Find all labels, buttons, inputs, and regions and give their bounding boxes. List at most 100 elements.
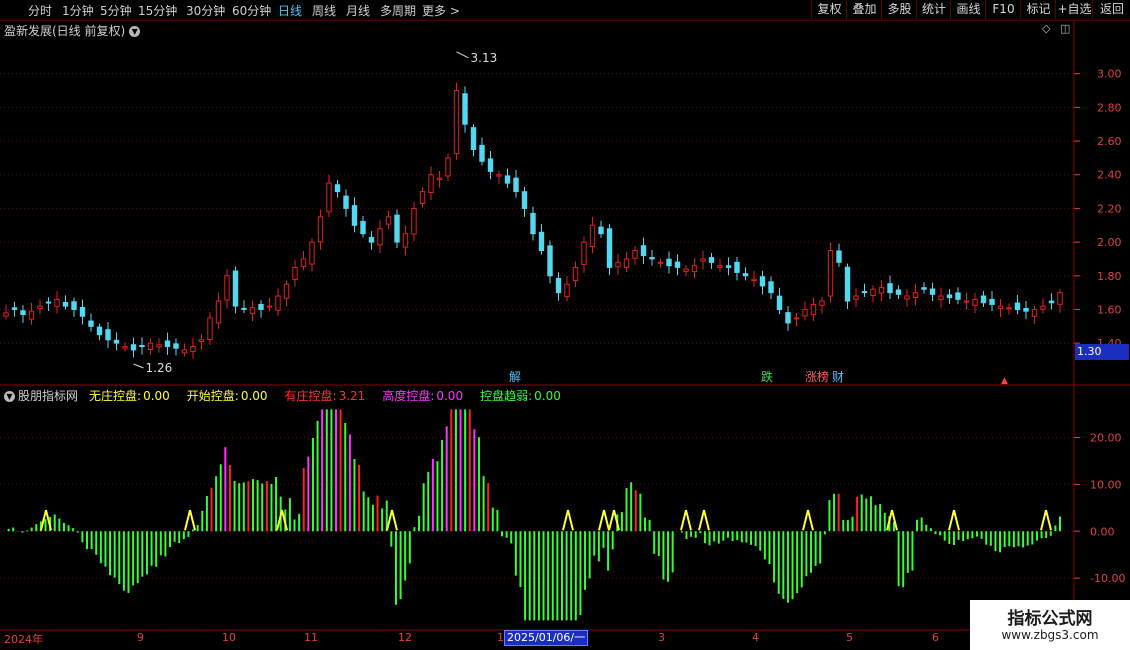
candle-body xyxy=(20,310,26,316)
low-pointer xyxy=(133,363,144,369)
control-start-mark xyxy=(386,509,398,531)
candle-body xyxy=(530,212,536,235)
indicator-name: 股朋指标网 xyxy=(18,389,79,403)
candle-body xyxy=(130,344,137,351)
candle-body xyxy=(139,344,145,348)
candle-body xyxy=(62,301,69,307)
event-marker-0[interactable]: 解 xyxy=(508,370,522,384)
candle-body xyxy=(793,317,800,320)
candle-body xyxy=(411,207,417,235)
candle-body xyxy=(640,245,647,257)
candle-body xyxy=(428,174,434,193)
candle-body xyxy=(394,214,400,243)
candle-body xyxy=(887,283,893,294)
candle-body xyxy=(810,303,817,315)
candle-body xyxy=(122,346,128,349)
candle-body xyxy=(785,312,791,324)
candle-body xyxy=(317,216,324,243)
control-start-mark xyxy=(608,509,620,531)
candle-body xyxy=(470,127,477,150)
candle-body xyxy=(827,250,834,297)
candle-body xyxy=(870,288,876,297)
candle-body xyxy=(487,158,494,172)
chevron-down-icon[interactable]: ▼ xyxy=(4,391,15,402)
candle-body xyxy=(972,298,978,306)
indicator-item-0: 无庄控盘: 0.00 xyxy=(89,389,176,403)
candle-body xyxy=(776,295,783,310)
candle-body xyxy=(113,339,120,344)
candle-body xyxy=(37,305,43,310)
candle-body xyxy=(717,265,723,268)
indicator-label: 有庄控盘: xyxy=(284,389,337,403)
watermark-title: 指标公式网 xyxy=(1007,609,1093,629)
indicator-item-3: 高度控盘: 0.00 xyxy=(382,389,469,403)
indicator-value: 0.00 xyxy=(436,389,464,403)
candle-body xyxy=(768,281,774,294)
event-marker-2[interactable]: 涨榜 xyxy=(804,370,830,384)
indicator-label: 开始控盘: xyxy=(186,389,239,403)
current-price-box: 1.30 xyxy=(1075,344,1129,360)
low-label: 1.26 xyxy=(146,361,173,375)
candle-body xyxy=(853,295,859,300)
date-label-9: 6 xyxy=(932,631,939,644)
candle-body xyxy=(547,245,553,277)
candle-body xyxy=(955,292,961,300)
candle-body xyxy=(241,307,247,310)
candle-body xyxy=(453,90,460,155)
candle-body xyxy=(912,292,919,299)
price-axis-label: 2.40 xyxy=(1097,169,1122,182)
candle-body xyxy=(45,301,52,304)
candle-body xyxy=(691,265,698,273)
candle-body xyxy=(683,268,689,272)
candle-body xyxy=(11,307,18,310)
candle-body xyxy=(929,288,936,295)
indicator-item-2: 有庄控盘: 3.21 xyxy=(285,389,372,403)
date-label-0: 2024年 xyxy=(4,633,43,646)
candle-body xyxy=(938,295,944,300)
candle-body xyxy=(300,258,307,267)
event-marker-1[interactable]: 跌 xyxy=(760,370,774,384)
candle-body xyxy=(836,250,842,263)
indicator-label: 高度控盘: xyxy=(382,389,435,403)
candle-body xyxy=(360,220,366,235)
candle-body xyxy=(275,295,281,311)
candle-body xyxy=(79,306,86,317)
date-cursor: 2025/01/06/一 xyxy=(504,630,589,646)
candle-body xyxy=(589,224,596,248)
event-marker-3[interactable]: 财 xyxy=(831,370,845,384)
control-start-mark xyxy=(802,509,814,531)
event-marker-4[interactable]: ▲ xyxy=(1000,374,1009,388)
candle-body xyxy=(283,283,290,299)
candle-body xyxy=(759,276,766,287)
candle-body xyxy=(232,270,239,307)
control-start-mark xyxy=(948,509,960,531)
indicator-axis-label: 20.00 xyxy=(1090,432,1122,445)
candle-body xyxy=(649,257,655,260)
indicator-items: 无庄控盘: 0.00 开始控盘: 0.00 有庄控盘: 3.21 高度控盘: 0.00 控盘趋弱… xyxy=(84,389,573,403)
candle-body xyxy=(674,261,681,268)
candle-body xyxy=(581,241,587,265)
date-label-3: 11 xyxy=(304,631,318,644)
candle-body xyxy=(989,298,995,305)
candle-body xyxy=(402,233,409,248)
indicator-axis-label: 0.00 xyxy=(1090,525,1115,538)
candle-body xyxy=(1057,292,1063,305)
date-label-4: 12 xyxy=(398,631,412,644)
candle-body xyxy=(479,144,485,162)
price-axis-label: 1.60 xyxy=(1097,303,1122,316)
candle-body xyxy=(572,266,579,282)
candle-body xyxy=(28,310,35,320)
candle-body xyxy=(895,289,902,295)
watermark-url: www.zbgs3.com xyxy=(1001,628,1099,642)
candle-body xyxy=(71,301,77,310)
price-axis-label: 2.80 xyxy=(1097,101,1122,114)
control-start-mark xyxy=(886,509,898,531)
indicator-legend: ▼ 股朋指标网 无庄控盘: 0.00 开始控盘: 0.00 有庄控盘: 3.21 高度控盘: 0.… xyxy=(4,387,579,404)
candle-body xyxy=(904,295,910,300)
chart-canvas[interactable]: 3.002.802.602.402.202.001.801.601.403.13… xyxy=(0,0,1130,650)
date-label-7: 4 xyxy=(752,631,759,644)
control-start-mark xyxy=(562,509,574,531)
candle-body xyxy=(224,275,230,301)
candle-body xyxy=(632,250,638,259)
candle-body xyxy=(555,277,562,294)
